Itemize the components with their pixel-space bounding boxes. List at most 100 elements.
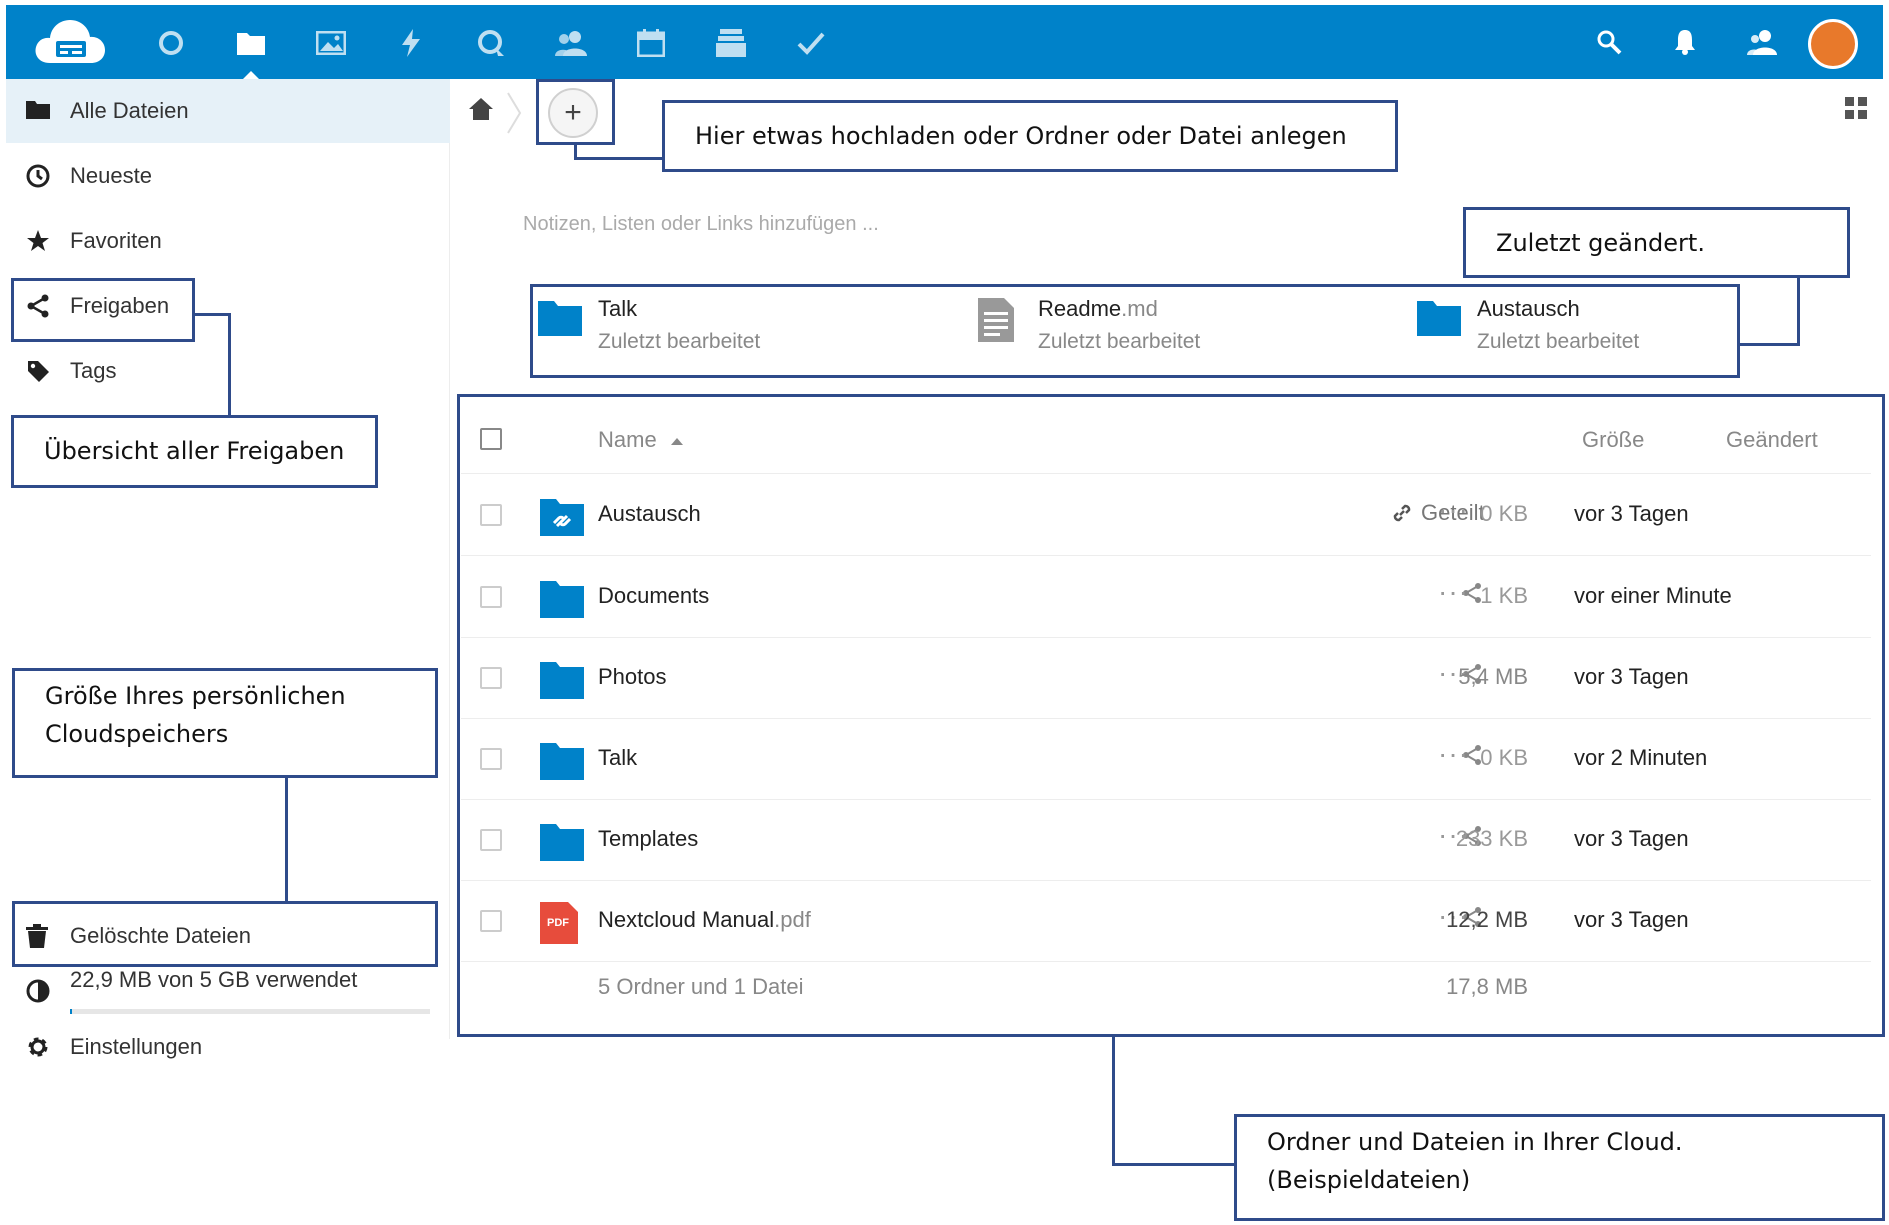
activity-icon[interactable]	[386, 18, 436, 68]
annotation-upload: Hier etwas hochladen oder Ordner oder Da…	[662, 100, 1398, 172]
file-modified: vor 3 Tagen	[1574, 664, 1689, 689]
recent-item[interactable]: Readme.md Zuletzt bearbeitet	[978, 292, 1398, 362]
annotation-quota-line1: Größe Ihres persönlichen	[45, 682, 346, 710]
annotation-files: Ordner und Dateien in Ihrer Cloud. (Beis…	[1234, 1114, 1885, 1221]
notifications-icon[interactable]	[1662, 19, 1708, 65]
calendar-icon[interactable]	[626, 18, 676, 68]
nav-favorites[interactable]: Favoriten	[6, 209, 450, 273]
pdf-badge: PDF	[547, 917, 569, 929]
column-size-header[interactable]: Größe	[1582, 427, 1644, 453]
nav-label: Alle Dateien	[70, 98, 189, 123]
photos-icon[interactable]	[306, 18, 356, 68]
file-name[interactable]: Documents	[598, 583, 709, 609]
quota-text: 22,9 MB von 5 GB verwendet	[70, 967, 358, 992]
table-row[interactable]: Austausch Geteilt ··· 0 KB vor 3 Tagen	[461, 475, 1871, 556]
file-size: 0 KB	[1480, 745, 1528, 770]
select-all-checkbox[interactable]	[480, 428, 502, 450]
nav-label: Neueste	[70, 163, 152, 188]
rich-workspace-input[interactable]: Notizen, Listen oder Links hinzufügen ..…	[523, 213, 879, 236]
files-icon[interactable]	[226, 18, 276, 81]
file-name[interactable]: Nextcloud Manual.pdf	[598, 907, 811, 933]
dashboard-icon[interactable]	[146, 18, 196, 68]
nav-label: Einstellungen	[70, 1034, 203, 1059]
folder-icon	[540, 740, 584, 780]
nextcloud-logo-icon[interactable]	[32, 17, 108, 72]
nav-label: Freigaben	[70, 293, 170, 318]
row-checkbox[interactable]	[480, 586, 502, 608]
breadcrumb-separator-icon	[506, 91, 522, 135]
grid-view-icon[interactable]	[1845, 97, 1867, 119]
gear-icon	[26, 1035, 50, 1059]
file-size: 1 KB	[1480, 583, 1528, 608]
table-summary: 5 Ordner und 1 Datei 17,8 MB	[461, 959, 1871, 1019]
folder-icon	[26, 99, 50, 123]
row-checkbox[interactable]	[480, 667, 502, 689]
file-name[interactable]: Templates	[598, 826, 698, 852]
contacts-menu-icon[interactable]	[1739, 19, 1785, 65]
text-file-icon	[978, 298, 1014, 342]
quota-progress-bar	[70, 1009, 430, 1014]
row-checkbox[interactable]	[480, 504, 502, 526]
nav-all-files[interactable]: Alle Dateien	[6, 79, 450, 143]
tag-icon	[26, 359, 50, 383]
talk-icon[interactable]	[466, 18, 516, 68]
nav-label: Tags	[70, 358, 117, 383]
file-name[interactable]: Photos	[598, 664, 667, 690]
shared-folder-icon	[540, 496, 584, 536]
summary-text: 5 Ordner und 1 Datei	[598, 974, 804, 999]
file-name[interactable]: Talk	[598, 745, 637, 771]
table-row[interactable]: Templates ··· 233 KB vor 3 Tagen	[461, 800, 1871, 881]
annotation-quota: Größe Ihres persönlichen Cloudspeichers	[12, 668, 438, 778]
file-modified: vor einer Minute	[1574, 583, 1732, 608]
recent-item[interactable]: Talk Zuletzt bearbeitet	[538, 292, 958, 362]
file-name[interactable]: Austausch	[598, 501, 701, 527]
annotation-recent: Zuletzt geändert.	[1463, 207, 1850, 278]
search-icon[interactable]	[1586, 19, 1632, 65]
file-size: 0 KB	[1480, 501, 1528, 526]
clock-icon	[26, 164, 50, 188]
summary-size: 17,8 MB	[1446, 974, 1528, 999]
nav-settings[interactable]: Einstellungen	[6, 1015, 450, 1079]
recent-item[interactable]: Austausch Zuletzt bearbeitet	[1417, 292, 1837, 362]
row-checkbox[interactable]	[480, 829, 502, 851]
home-icon[interactable]	[468, 97, 494, 121]
folder-icon	[540, 578, 584, 618]
user-avatar[interactable]	[1808, 19, 1858, 69]
annotation-files-line2: (Beispieldateien)	[1267, 1166, 1471, 1194]
file-table-header: Name Größe Geändert	[461, 404, 1871, 474]
nav-recent[interactable]: Neueste	[6, 144, 450, 208]
nav-shares[interactable]: Freigaben	[6, 274, 450, 338]
table-row[interactable]: Documents ··· 1 KB vor einer Minute	[461, 557, 1871, 638]
file-modified: vor 2 Minuten	[1574, 745, 1708, 770]
nav-quota[interactable]: 22,9 MB von 5 GB verwendet	[6, 959, 450, 1023]
file-modified: vor 3 Tagen	[1574, 907, 1689, 932]
quota-progress-fill	[70, 1009, 72, 1014]
table-row[interactable]: Talk ··· 0 KB vor 2 Minuten	[461, 719, 1871, 800]
row-checkbox[interactable]	[480, 748, 502, 770]
tasks-icon[interactable]	[786, 18, 836, 68]
row-checkbox[interactable]	[480, 910, 502, 932]
nav-label: Favoriten	[70, 228, 162, 253]
folder-icon	[1417, 298, 1461, 336]
new-file-button[interactable]: +	[548, 88, 598, 138]
table-row[interactable]: Photos ··· 5,4 MB vor 3 Tagen	[461, 638, 1871, 719]
recent-item-subtitle: Zuletzt bearbeitet	[1477, 330, 1640, 353]
sort-ascending-icon	[670, 437, 683, 445]
nav-tags[interactable]: Tags	[6, 339, 450, 403]
recent-item-subtitle: Zuletzt bearbeitet	[598, 330, 761, 353]
file-modified: vor 3 Tagen	[1574, 826, 1689, 851]
annotation-shares: Übersicht aller Freigaben	[11, 415, 378, 488]
table-row[interactable]: PDF Nextcloud Manual.pdf ··· 12,2 MB vor…	[461, 881, 1871, 962]
top-bar	[6, 5, 1883, 81]
recent-item-name: Readme.md	[1038, 296, 1158, 321]
recent-item-subtitle: Zuletzt bearbeitet	[1038, 330, 1201, 353]
deck-icon[interactable]	[706, 18, 756, 68]
folder-icon	[540, 821, 584, 861]
contacts-icon[interactable]	[546, 18, 596, 68]
recent-item-name: Austausch	[1477, 296, 1580, 321]
share-icon	[26, 294, 50, 318]
column-name-header[interactable]: Name	[598, 427, 683, 453]
annotation-files-line1: Ordner und Dateien in Ihrer Cloud.	[1267, 1128, 1683, 1156]
trash-icon	[26, 924, 50, 948]
column-modified-header[interactable]: Geändert	[1726, 427, 1818, 453]
